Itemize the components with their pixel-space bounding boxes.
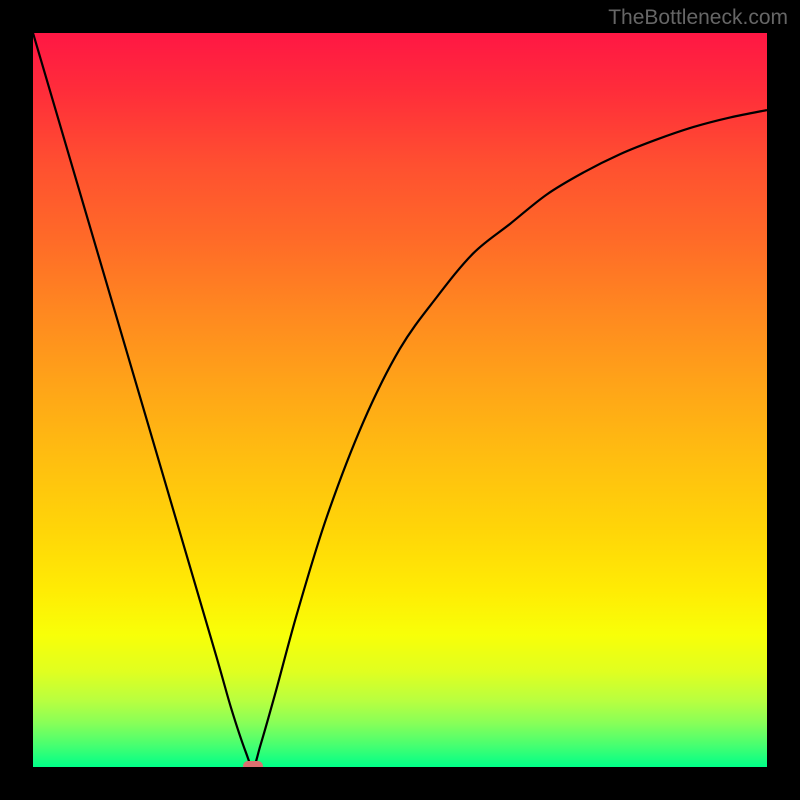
optimal-marker — [243, 761, 263, 767]
watermark-text: TheBottleneck.com — [608, 6, 788, 30]
bottleneck-curve — [33, 33, 767, 767]
chart-area — [33, 33, 767, 767]
